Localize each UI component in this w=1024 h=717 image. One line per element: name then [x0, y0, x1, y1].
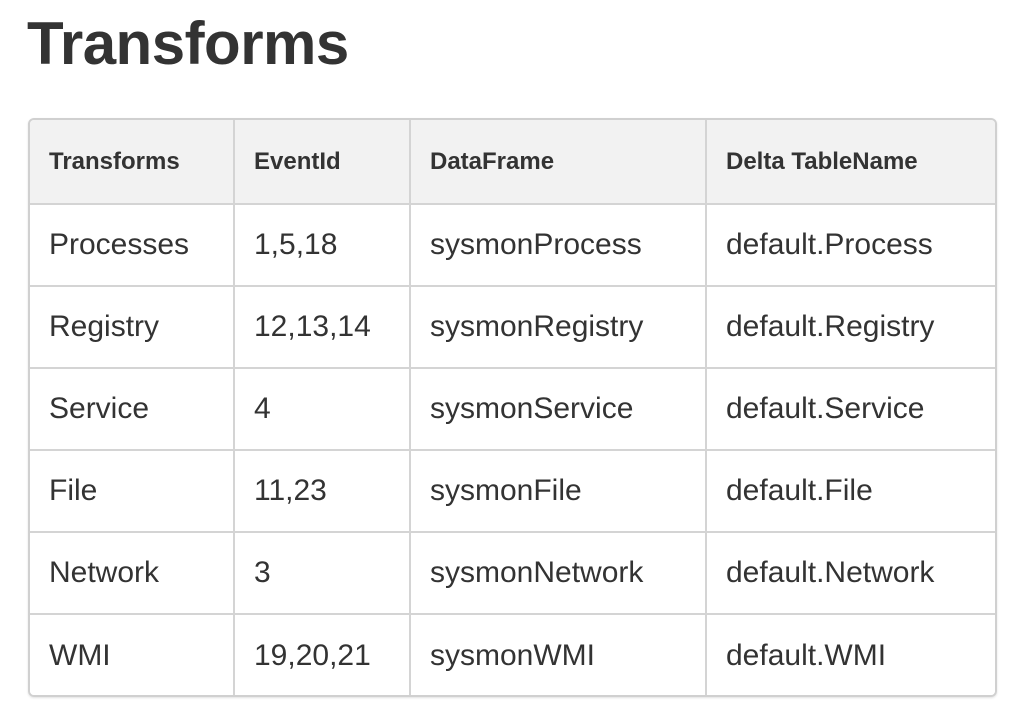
table-row: WMI 19,20,21 sysmonWMI default.WMI — [30, 614, 995, 695]
column-header-transforms: Transforms — [30, 120, 235, 205]
transforms-table: Transforms EventId DataFrame Delta Table… — [30, 120, 995, 695]
column-header-delta-tablename: Delta TableName — [706, 120, 995, 205]
cell-transform: Processes — [30, 204, 235, 287]
cell-dataframe: sysmonService — [410, 368, 707, 451]
table-row: Service 4 sysmonService default.Service — [30, 368, 995, 451]
cell-delta-tablename: default.WMI — [706, 614, 995, 695]
cell-delta-tablename: default.Registry — [706, 286, 995, 369]
cell-dataframe: sysmonProcess — [410, 204, 707, 287]
cell-transform: WMI — [30, 614, 235, 695]
cell-eventid: 19,20,21 — [234, 614, 411, 695]
table-row: File 11,23 sysmonFile default.File — [30, 450, 995, 533]
cell-dataframe: sysmonFile — [410, 450, 707, 533]
table-row: Registry 12,13,14 sysmonRegistry default… — [30, 286, 995, 369]
cell-delta-tablename: default.Service — [706, 368, 995, 451]
cell-delta-tablename: default.File — [706, 450, 995, 533]
table-row: Processes 1,5,18 sysmonProcess default.P… — [30, 204, 995, 287]
cell-dataframe: sysmonRegistry — [410, 286, 707, 369]
table-row: Network 3 sysmonNetwork default.Network — [30, 532, 995, 615]
cell-transform: Registry — [30, 286, 235, 369]
cell-eventid: 12,13,14 — [234, 286, 411, 369]
cell-dataframe: sysmonWMI — [410, 614, 707, 695]
cell-delta-tablename: default.Process — [706, 204, 995, 287]
transforms-table-container: Transforms EventId DataFrame Delta Table… — [28, 118, 997, 697]
cell-transform: Network — [30, 532, 235, 615]
cell-dataframe: sysmonNetwork — [410, 532, 707, 615]
cell-transform: Service — [30, 368, 235, 451]
cell-delta-tablename: default.Network — [706, 532, 995, 615]
cell-transform: File — [30, 450, 235, 533]
column-header-eventid: EventId — [234, 120, 411, 205]
cell-eventid: 11,23 — [234, 450, 411, 533]
page-title: Transforms — [27, 10, 349, 77]
cell-eventid: 1,5,18 — [234, 204, 411, 287]
cell-eventid: 3 — [234, 532, 411, 615]
column-header-dataframe: DataFrame — [410, 120, 707, 205]
cell-eventid: 4 — [234, 368, 411, 451]
table-header-row: Transforms EventId DataFrame Delta Table… — [30, 120, 995, 205]
